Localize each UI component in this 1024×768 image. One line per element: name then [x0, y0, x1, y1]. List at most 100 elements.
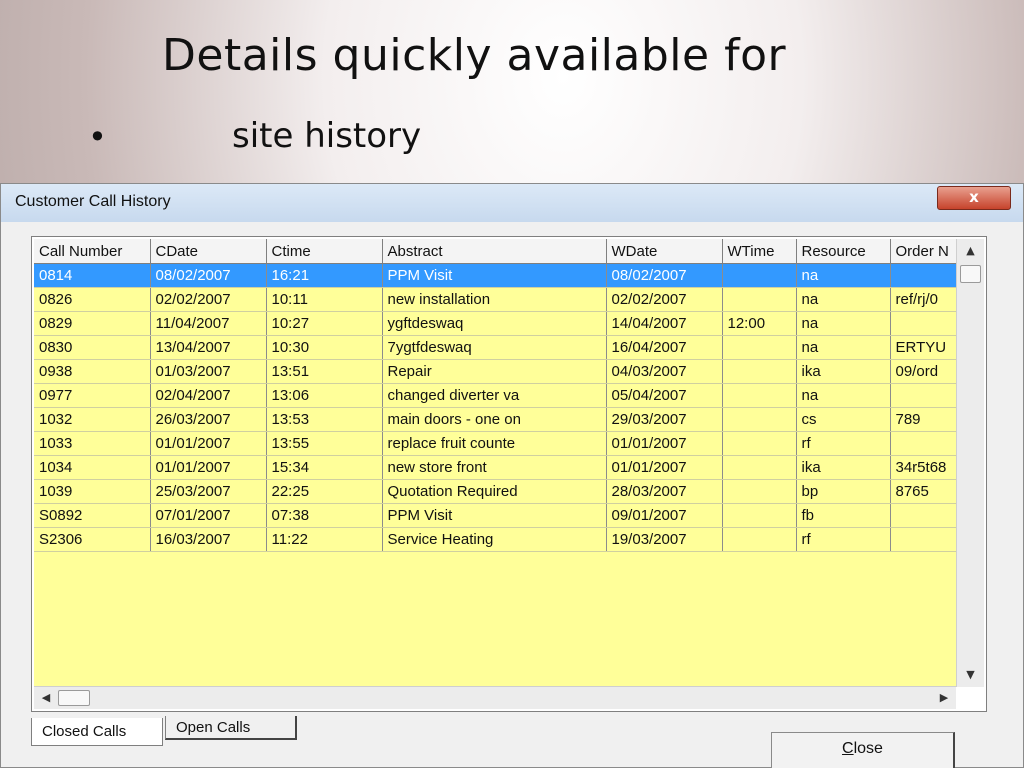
table-cell: 11:22	[266, 527, 383, 552]
table-cell: 08/02/2007	[150, 263, 267, 288]
table-cell: 13:06	[266, 383, 383, 408]
table-cell: 29/03/2007	[606, 407, 723, 432]
table-cell: ika	[796, 455, 891, 480]
table-cell: 08/02/2007	[606, 263, 723, 288]
tab-closed-calls[interactable]: Closed Calls	[31, 718, 163, 746]
table-cell: 13:51	[266, 359, 383, 384]
table-cell: PPM Visit	[382, 263, 607, 288]
table-cell: ref/rj/0	[890, 287, 956, 312]
horizontal-scroll-thumb[interactable]	[58, 690, 90, 706]
table-cell: new store front	[382, 455, 607, 480]
table-row[interactable]: 1034 01/01/2007 15:34 new store front 01/01/…	[34, 455, 956, 480]
table-cell	[722, 479, 797, 504]
table-cell: Service Heating	[382, 527, 607, 552]
table-cell: changed diverter va	[382, 383, 607, 408]
table-cell: 01/01/2007	[150, 431, 267, 456]
tab-open-calls[interactable]: Open Calls	[165, 716, 297, 740]
table-cell	[722, 503, 797, 528]
vertical-scroll-thumb[interactable]	[960, 265, 981, 283]
column-header[interactable]: Call Number	[34, 239, 151, 264]
table-row[interactable]: 0829 11/04/2007 10:27 ygftdeswaq 14/04/2007 1…	[34, 311, 956, 336]
column-header[interactable]: Abstract	[382, 239, 607, 264]
table-body: 0814 08/02/2007 16:21 PPM Visit 08/02/2007 na…	[34, 263, 956, 552]
table-cell: 09/01/2007	[606, 503, 723, 528]
table-cell: na	[796, 311, 891, 336]
scroll-right-arrow-icon[interactable]: ▶	[934, 687, 954, 709]
slide-title: Details quickly available for	[162, 30, 787, 81]
window-title: Customer Call History	[15, 193, 171, 210]
table-row[interactable]: 0826 02/02/2007 10:11 new installation 02/02…	[34, 287, 956, 312]
table-cell	[722, 263, 797, 288]
table-cell: rf	[796, 431, 891, 456]
table-cell	[722, 527, 797, 552]
table-cell: 1033	[34, 431, 151, 456]
table-cell: ERTYU	[890, 335, 956, 360]
call-history-table: Call Number CDate Ctime Abstract WDate WTime R…	[34, 239, 956, 552]
table-cell: 0830	[34, 335, 151, 360]
bullet-dot: •	[88, 118, 107, 156]
table-row[interactable]: S2306 16/03/2007 11:22 Service Heating 19/03…	[34, 527, 956, 552]
table-cell: bp	[796, 479, 891, 504]
table-cell	[890, 263, 956, 288]
table-cell: ygftdeswaq	[382, 311, 607, 336]
close-button[interactable]: Close	[771, 732, 955, 768]
table-cell: na	[796, 263, 891, 288]
table-cell: Repair	[382, 359, 607, 384]
table-cell: 07/01/2007	[150, 503, 267, 528]
table-cell: Quotation Required	[382, 479, 607, 504]
table-cell: PPM Visit	[382, 503, 607, 528]
table-cell	[722, 431, 797, 456]
table-cell: 10:27	[266, 311, 383, 336]
table-cell: 10:30	[266, 335, 383, 360]
horizontal-scrollbar[interactable]: ◀ ▶	[34, 686, 956, 709]
table-cell: 12:00	[722, 311, 797, 336]
table-cell: 34r5t68	[890, 455, 956, 480]
table-cell: 16/04/2007	[606, 335, 723, 360]
table-cell: 10:11	[266, 287, 383, 312]
column-header[interactable]: Resource	[796, 239, 891, 264]
scroll-down-arrow-icon[interactable]: ▼	[957, 665, 984, 685]
table-cell: 26/03/2007	[150, 407, 267, 432]
table-cell: new installation	[382, 287, 607, 312]
table-cell: 14/04/2007	[606, 311, 723, 336]
table-cell: 22:25	[266, 479, 383, 504]
table-cell: 0829	[34, 311, 151, 336]
table-row[interactable]: S0892 07/01/2007 07:38 PPM Visit 09/01/2007 f…	[34, 503, 956, 528]
column-header[interactable]: CDate	[150, 239, 267, 264]
table-cell	[722, 407, 797, 432]
table-row[interactable]: 0977 02/04/2007 13:06 changed diverter va 05…	[34, 383, 956, 408]
call-grid[interactable]: Call Number CDate Ctime Abstract WDate WTime R…	[34, 239, 956, 687]
table-row[interactable]: 1032 26/03/2007 13:53 main doors - one on 29…	[34, 407, 956, 432]
table-row[interactable]: 0938 01/03/2007 13:51 Repair 04/03/2007 ika 09…	[34, 359, 956, 384]
table-cell	[722, 455, 797, 480]
table-cell: 11/04/2007	[150, 311, 267, 336]
table-cell: 25/03/2007	[150, 479, 267, 504]
scroll-up-arrow-icon[interactable]: ▲	[957, 241, 984, 261]
table-cell	[890, 503, 956, 528]
table-row[interactable]: 1033 01/01/2007 13:55 replace fruit counte 0…	[34, 431, 956, 456]
column-header[interactable]: WDate	[606, 239, 723, 264]
table-row[interactable]: 0814 08/02/2007 16:21 PPM Visit 08/02/2007 na	[34, 263, 956, 288]
table-cell: 02/02/2007	[606, 287, 723, 312]
table-cell: 01/01/2007	[606, 431, 723, 456]
column-header[interactable]: WTime	[722, 239, 797, 264]
table-cell: 0977	[34, 383, 151, 408]
table-cell: 16:21	[266, 263, 383, 288]
table-cell: replace fruit counte	[382, 431, 607, 456]
table-cell: 0814	[34, 263, 151, 288]
window-titlebar[interactable]: Customer Call History x	[1, 184, 1023, 222]
column-header[interactable]: Order N	[890, 239, 956, 264]
table-cell: 02/04/2007	[150, 383, 267, 408]
table-cell: 07:38	[266, 503, 383, 528]
window-close-button[interactable]: x	[937, 186, 1011, 210]
vertical-scrollbar[interactable]: ▲ ▼	[956, 239, 984, 687]
table-row[interactable]: 1039 25/03/2007 22:25 Quotation Required 28/…	[34, 479, 956, 504]
table-cell	[722, 383, 797, 408]
table-cell	[722, 359, 797, 384]
window-client-area: Call Number CDate Ctime Abstract WDate WTime R…	[11, 222, 1005, 768]
table-cell: 789	[890, 407, 956, 432]
scroll-left-arrow-icon[interactable]: ◀	[36, 687, 56, 709]
table-row[interactable]: 0830 13/04/2007 10:30 7ygtfdeswaq 16/04/2007…	[34, 335, 956, 360]
column-header[interactable]: Ctime	[266, 239, 383, 264]
table-cell: na	[796, 335, 891, 360]
